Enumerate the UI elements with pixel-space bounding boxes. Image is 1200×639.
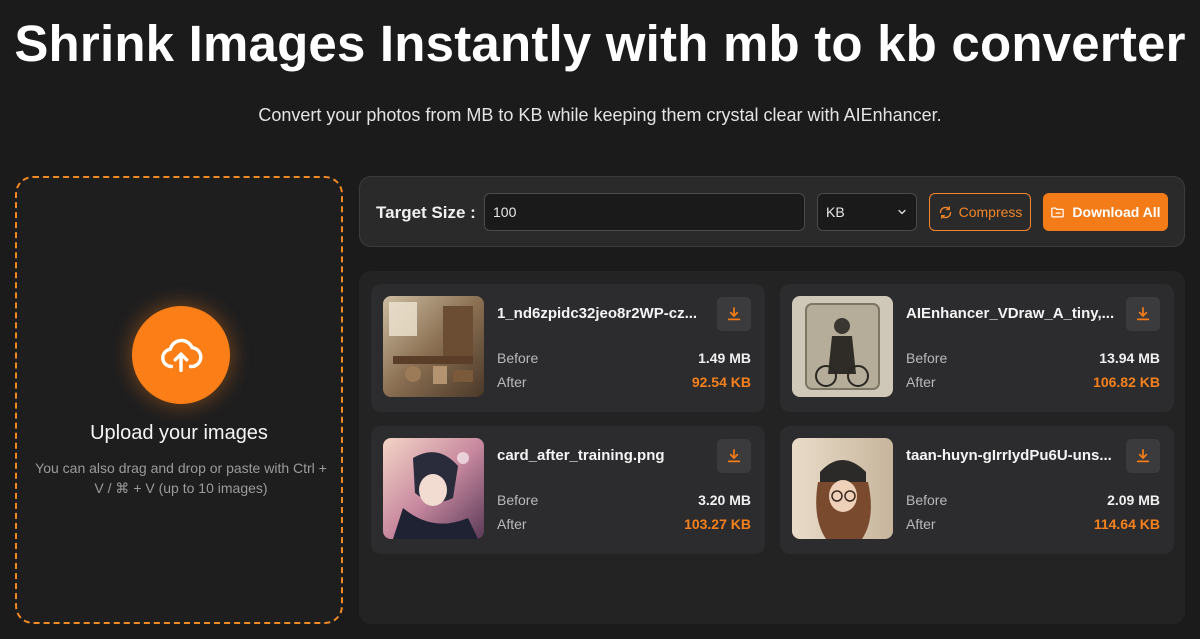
results-panel: 1_nd6zpidc32jeo8r2WP-cz... Before 1.49 M… <box>359 271 1185 624</box>
thumbnail-image <box>383 438 484 539</box>
thumbnail-image <box>792 438 893 539</box>
thumbnail-image <box>383 296 484 397</box>
download-icon <box>727 449 741 463</box>
before-size: 1.49 MB <box>698 350 751 366</box>
after-size: 106.82 KB <box>1093 374 1160 390</box>
before-label: Before <box>497 492 539 508</box>
file-card: 1_nd6zpidc32jeo8r2WP-cz... Before 1.49 M… <box>371 284 765 412</box>
download-button[interactable] <box>1126 439 1160 473</box>
before-label: Before <box>497 350 539 366</box>
target-size-label: Target Size : <box>376 203 476 222</box>
download-all-button[interactable]: Download All <box>1043 193 1168 231</box>
before-size: 3.20 MB <box>698 492 751 508</box>
file-name: AIEnhancer_VDraw_A_tiny,... <box>906 305 1115 322</box>
download-icon <box>727 307 741 321</box>
compress-button[interactable]: Compress <box>929 193 1031 231</box>
upload-hint: You can also drag and drop or paste with… <box>35 460 327 496</box>
after-label: After <box>906 374 936 390</box>
file-card: taan-huyn-gIrrIydPu6U-uns... Before 2.09… <box>780 426 1174 554</box>
file-name: 1_nd6zpidc32jeo8r2WP-cz... <box>497 305 698 322</box>
chevron-down-icon <box>898 209 906 215</box>
thumbnail-image <box>792 296 893 397</box>
compress-button-label: Compress <box>958 204 1023 220</box>
before-label: Before <box>906 350 948 366</box>
file-name: card_after_training.png <box>497 447 665 464</box>
download-button[interactable] <box>717 439 751 473</box>
folder-download-icon <box>1051 207 1065 217</box>
download-icon <box>1136 449 1150 463</box>
before-label: Before <box>906 492 948 508</box>
after-label: After <box>497 374 527 390</box>
before-size: 13.94 MB <box>1099 350 1160 366</box>
download-button[interactable] <box>717 297 751 331</box>
after-label: After <box>906 516 936 532</box>
after-size: 92.54 KB <box>691 374 751 390</box>
unit-select-value: KB <box>826 204 845 220</box>
target-size-toolbar: Target Size : KB Compress Download All <box>359 176 1185 247</box>
page-subtitle: Convert your photos from MB to KB while … <box>258 105 942 125</box>
upload-title: Upload your images <box>90 422 268 444</box>
file-name: taan-huyn-gIrrIydPu6U-uns... <box>906 447 1112 464</box>
after-size: 103.27 KB <box>684 516 751 532</box>
download-icon <box>1136 307 1150 321</box>
after-label: After <box>497 516 527 532</box>
upload-dropzone[interactable]: Upload your images You can also drag and… <box>15 176 343 624</box>
unit-select[interactable]: KB <box>817 193 917 231</box>
page-title: Shrink Images Instantly with mb to kb co… <box>14 15 1186 72</box>
cloud-upload-icon <box>161 338 203 373</box>
download-all-label: Download All <box>1072 204 1161 220</box>
before-size: 2.09 MB <box>1107 492 1160 508</box>
download-button[interactable] <box>1126 297 1160 331</box>
target-size-input[interactable] <box>484 193 805 231</box>
file-card: card_after_training.png Before 3.20 MB A… <box>371 426 765 554</box>
upload-button[interactable] <box>132 306 230 404</box>
after-size: 114.64 KB <box>1093 516 1160 532</box>
refresh-icon <box>939 205 951 219</box>
file-card: AIEnhancer_VDraw_A_tiny,... Before 13.94… <box>780 284 1174 412</box>
